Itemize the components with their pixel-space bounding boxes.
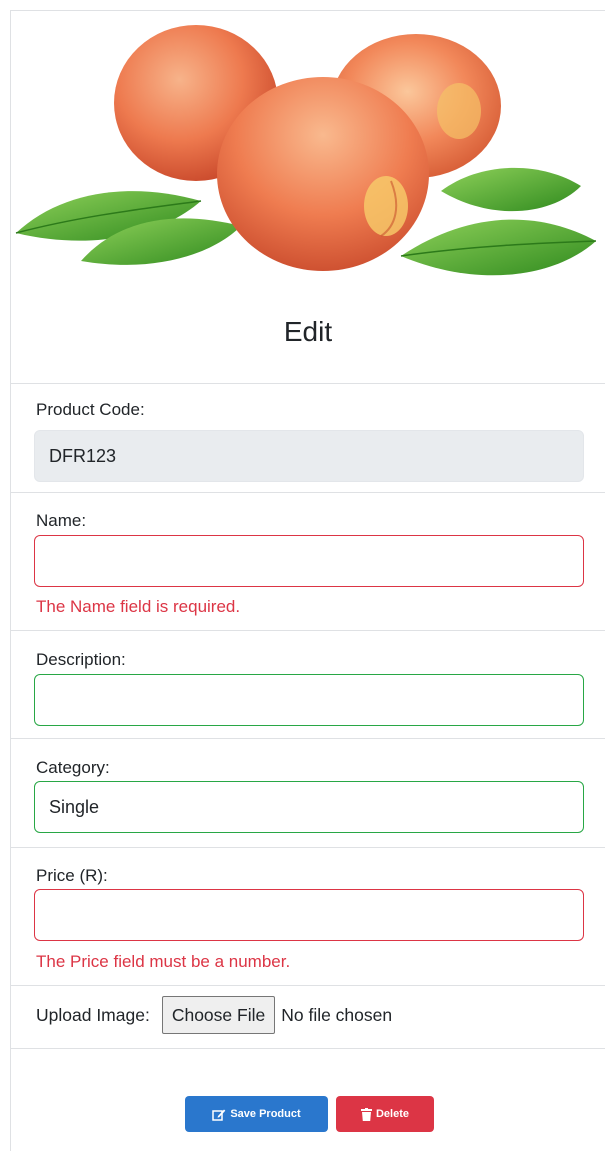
delete-label: Delete — [375, 1108, 410, 1120]
edit-icon — [212, 1109, 226, 1121]
price-field[interactable] — [34, 889, 584, 941]
leaf-right-upper — [441, 167, 581, 212]
price-label: Price (R): — [36, 866, 108, 885]
description-group: Description: — [11, 631, 605, 739]
category-field[interactable]: Single — [34, 781, 584, 833]
file-status: No file chosen — [281, 1004, 393, 1025]
product-edit-card: Edit Product Code: DFR123 Name: The Name… — [10, 10, 605, 1151]
name-group: Name: The Name field is required. — [11, 493, 605, 631]
page-title: Edit — [283, 316, 333, 347]
description-label: Description: — [36, 650, 126, 669]
trash-icon — [360, 1107, 372, 1121]
product-code-label: Product Code: — [36, 400, 145, 419]
save-product-label: Save Product — [230, 1108, 301, 1120]
price-error: The Price field must be a number. — [36, 952, 291, 971]
description-field[interactable] — [34, 674, 584, 726]
peach-front — [217, 77, 429, 271]
name-error: The Name field is required. — [36, 597, 241, 616]
product-image-section: Edit — [11, 11, 605, 384]
upload-row: Upload Image: Choose File No file chosen — [36, 996, 392, 1034]
price-group: Price (R): The Price field must be a num… — [11, 848, 605, 986]
product-image — [15, 25, 597, 276]
category-label: Category: — [36, 758, 110, 777]
product-code-group: Product Code: DFR123 — [11, 384, 605, 493]
upload-label: Upload Image: — [36, 1004, 150, 1025]
name-field[interactable] — [34, 535, 584, 587]
delete-button[interactable]: Delete — [336, 1096, 434, 1132]
category-group: Category: Single — [11, 739, 605, 848]
leaf-right — [401, 219, 596, 276]
choose-file-button[interactable]: Choose File — [161, 996, 276, 1034]
name-label: Name: — [36, 511, 87, 530]
save-product-button[interactable]: Save Product — [185, 1096, 328, 1132]
product-code-field[interactable]: DFR123 — [34, 430, 584, 482]
